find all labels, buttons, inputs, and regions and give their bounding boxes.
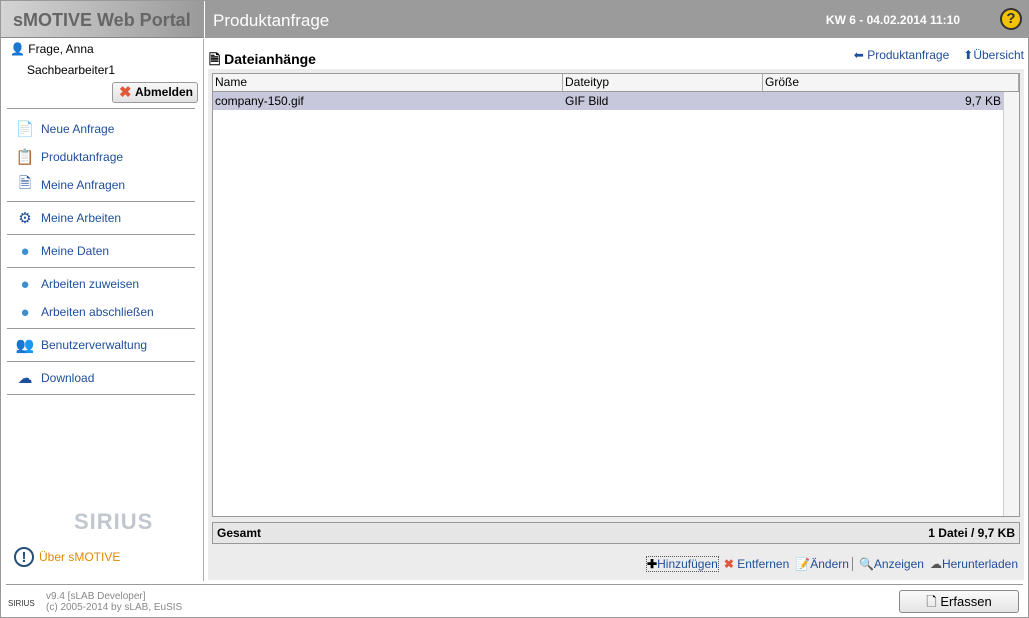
divider	[7, 201, 195, 202]
attachment-icon: 🗎	[209, 51, 221, 67]
help-icon[interactable]: ?	[1000, 8, 1022, 30]
action-toolbar: ✚ Hinzufügen ✖ Entfernen 📝 Ändern 🔍 Anzeige…	[646, 556, 1018, 572]
nav-label: Meine Anfragen	[41, 178, 126, 192]
section-title-text: Dateianhänge	[224, 51, 316, 67]
add-button[interactable]: ✚ Hinzufügen	[646, 556, 719, 572]
page-header: Produktanfrage KW 6 - 04.02.2014 11:10 ?	[204, 1, 1028, 38]
sirius-small-logo: SIRIUS	[8, 599, 35, 608]
logout-label: Abmelden	[135, 85, 194, 99]
document-icon: 🗋	[926, 594, 937, 609]
version-text: v9.4 [sLAB Developer]	[46, 591, 146, 602]
remove-label: Entfernen	[737, 557, 790, 571]
divider	[7, 108, 195, 109]
new-document-icon: 📄	[15, 121, 35, 138]
erfassen-button[interactable]: 🗋 Erfassen	[899, 590, 1019, 613]
nav-label: Download	[41, 371, 95, 385]
overview-link[interactable]: ⬆Übersicht	[963, 48, 1024, 62]
sidebar-item-arbeiten-abschliessen[interactable]: ● Arbeiten abschließen	[14, 301, 154, 323]
sidebar-item-arbeiten-zuweisen[interactable]: ● Arbeiten zuweisen	[14, 273, 139, 295]
search-icon: 🔍	[858, 557, 874, 571]
back-link-label: Produktanfrage	[867, 48, 950, 62]
overview-link-label: Übersicht	[973, 48, 1024, 62]
worker-done-icon: ●	[20, 303, 30, 321]
app-title: sMOTIVE Web Portal	[13, 10, 191, 30]
column-header-size[interactable]: Größe	[763, 74, 1019, 91]
remove-button[interactable]: ✖ Entfernen	[724, 557, 789, 571]
divider	[7, 394, 195, 395]
arrow-left-icon: ⬅	[853, 48, 864, 62]
about-link[interactable]: ! Über sMOTIVE	[14, 547, 120, 567]
my-requests-icon: 🗎	[18, 174, 32, 192]
main-panel: 🗎 Dateianhänge ⬅ Produktanfrage ⬆Übersic…	[207, 41, 1024, 581]
table-row[interactable]: company-150.gif GIF Bild 9,7 KB	[213, 92, 1003, 110]
user-name: 👤 Frage, Anna	[10, 42, 94, 56]
nav-label: Benutzerverwaltung	[41, 338, 148, 352]
cloud-download-icon: ☁	[17, 370, 33, 387]
nav-label: Arbeiten zuweisen	[41, 277, 140, 291]
sidebar-item-meine-arbeiten[interactable]: ⚙ Meine Arbeiten	[14, 207, 121, 229]
column-header-name[interactable]: Name	[213, 74, 563, 91]
attachments-panel: Name Dateityp Größe company-150.gif GIF …	[208, 69, 1024, 580]
gears-icon: ⚙	[18, 210, 32, 227]
erfassen-label: Erfassen	[940, 594, 992, 609]
cell-name: company-150.gif	[215, 94, 304, 108]
user-icon: ●	[20, 242, 30, 260]
worker-icon: ●	[20, 275, 30, 293]
arrow-up-icon: ⬆	[963, 48, 974, 62]
user-role: Sachbearbeiter1	[27, 63, 116, 77]
copyright-text: (c) 2005-2014 by sLAB, EuSIS	[46, 602, 183, 613]
nav-label: Meine Arbeiten	[41, 211, 122, 225]
edit-label: Ändern	[810, 557, 849, 571]
table-header: Name Dateityp Größe	[213, 74, 1019, 92]
total-row: Gesamt 1 Datei / 9,7 KB	[212, 522, 1020, 544]
users-icon: 👥	[15, 337, 35, 354]
nav-label: Neue Anfrage	[41, 122, 115, 136]
info-icon: !	[14, 547, 34, 567]
sidebar-item-meine-anfragen[interactable]: 🗎 Meine Anfragen	[14, 174, 125, 196]
divider	[7, 361, 195, 362]
divider	[7, 328, 195, 329]
cloud-download-icon: ☁	[929, 557, 942, 571]
edit-button[interactable]: 📝 Ändern	[795, 557, 853, 571]
attachments-table: Name Dateityp Größe company-150.gif GIF …	[212, 73, 1020, 517]
version-info: v9.4 [sLAB Developer] (c) 2005-2014 by sL…	[46, 591, 182, 613]
total-value: 1 Datei / 9,7 KB	[928, 526, 1015, 540]
nav-label: Produktanfrage	[41, 150, 124, 164]
edit-icon: 📝	[795, 557, 811, 571]
download-label: Herunterladen	[941, 557, 1018, 571]
view-label: Anzeigen	[873, 557, 924, 571]
sirius-logo: SIRIUS	[74, 509, 154, 534]
logout-button[interactable]: ✖ Abmelden	[112, 82, 198, 103]
nav-label: Arbeiten abschließen	[41, 305, 154, 319]
sidebar-item-benutzerverwaltung[interactable]: 👥 Benutzerverwaltung	[14, 334, 147, 356]
scrollbar[interactable]	[1003, 92, 1019, 516]
close-icon: ✖	[119, 84, 132, 101]
cell-size: 9,7 KB	[964, 94, 1001, 108]
sidebar-item-meine-daten[interactable]: ● Meine Daten	[14, 240, 109, 262]
download-button[interactable]: ☁ Herunterladen	[930, 557, 1018, 571]
divider	[7, 267, 195, 268]
column-header-type[interactable]: Dateityp	[563, 74, 763, 91]
footer: SIRIUS v9.4 [sLAB Developer] (c) 2005-201…	[6, 584, 1023, 618]
page-title: Produktanfrage	[213, 11, 330, 30]
about-label: Über sMOTIVE	[39, 550, 121, 564]
cell-type: GIF Bild	[565, 94, 609, 108]
divider	[7, 234, 195, 235]
sidebar: 👤 Frage, Anna Sachbearbeiter1 ✖ Abmelden …	[6, 39, 204, 581]
close-icon: ✖	[723, 557, 734, 571]
sidebar-item-produktanfrage[interactable]: 📋 Produktanfrage	[14, 146, 123, 168]
product-request-icon: 📋	[15, 149, 35, 166]
date-display: KW 6 - 04.02.2014 11:10	[825, 13, 960, 27]
user-name-text: Frage, Anna	[28, 42, 94, 56]
back-link[interactable]: ⬅ Produktanfrage	[854, 48, 949, 62]
add-label: Hinzufügen	[657, 557, 718, 571]
total-label: Gesamt	[217, 526, 262, 540]
view-button[interactable]: 🔍 Anzeigen	[859, 557, 924, 571]
plus-icon: ✚	[647, 557, 658, 571]
app-header: sMOTIVE Web Portal	[1, 1, 204, 38]
sidebar-item-neue-anfrage[interactable]: 📄 Neue Anfrage	[14, 118, 115, 140]
nav-label: Meine Daten	[41, 244, 110, 258]
sidebar-item-download[interactable]: ☁ Download	[14, 367, 95, 389]
